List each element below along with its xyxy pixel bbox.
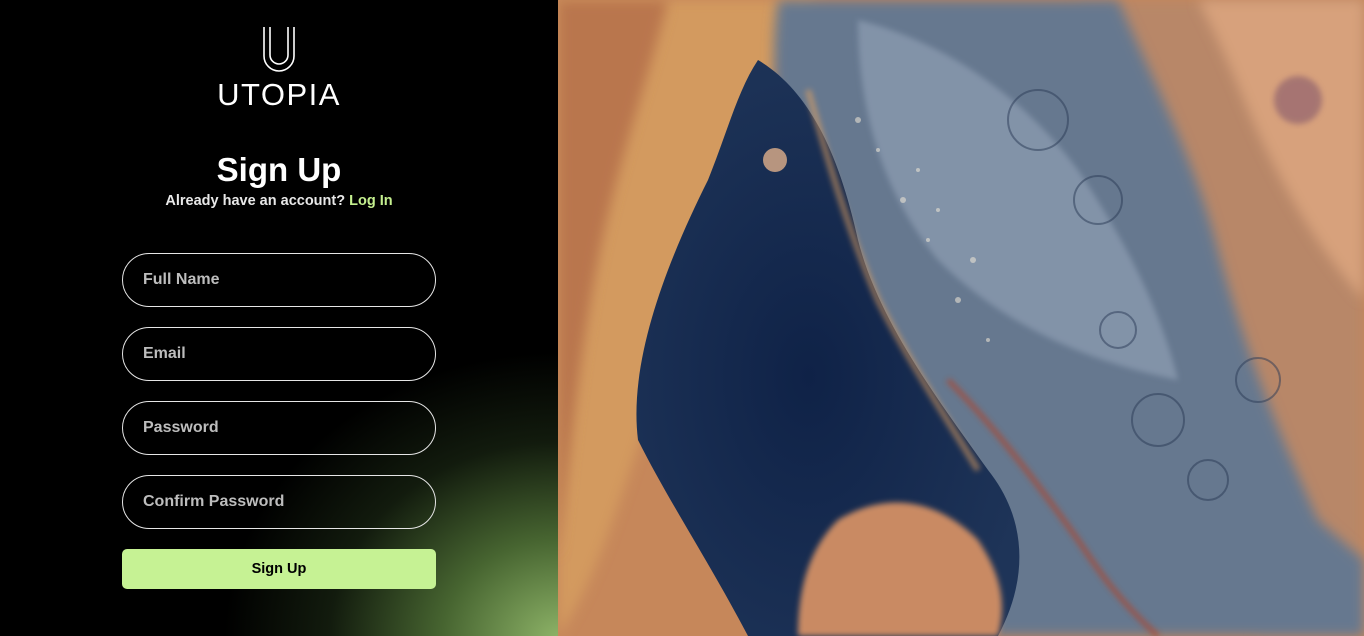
full-name-input[interactable]: [122, 253, 436, 307]
password-input[interactable]: [122, 401, 436, 455]
login-prompt: Already have an account? Log In: [0, 193, 558, 209]
brand-logo: UTOPIA: [0, 26, 558, 112]
confirm-password-input[interactable]: [122, 475, 436, 529]
login-link[interactable]: Log In: [349, 193, 393, 209]
utopia-logo-mark-icon: [263, 27, 295, 72]
fluid-art-image: [558, 0, 1364, 636]
page-title: Sign Up: [216, 151, 342, 188]
sign-up-button[interactable]: Sign Up: [122, 549, 436, 589]
brand-name: UTOPIA: [217, 77, 341, 112]
signup-panel: UTOPIA Sign Up Already have an account? …: [0, 0, 558, 636]
email-input[interactable]: [122, 327, 436, 381]
login-prompt-text: Already have an account?: [165, 193, 346, 209]
hero-image: [558, 0, 1364, 636]
